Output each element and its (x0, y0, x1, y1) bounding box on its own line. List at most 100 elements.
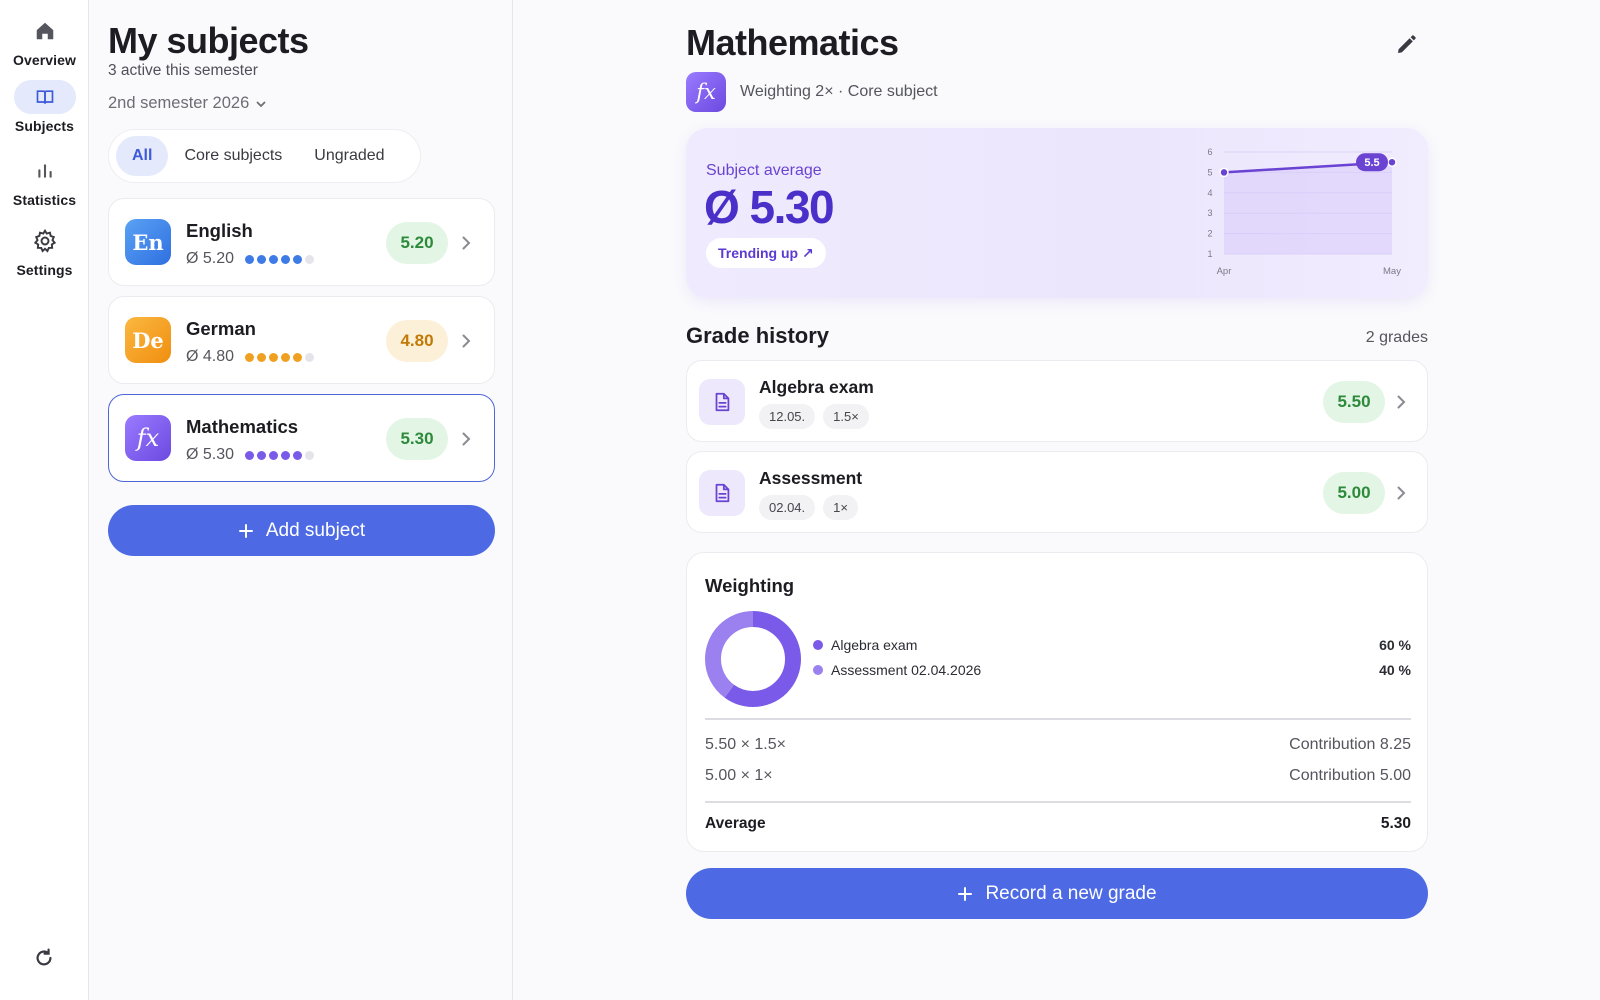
y-tick-label: 4 (1207, 188, 1212, 198)
filter-bar: All Core subjects Ungraded (108, 129, 421, 183)
grade-dot (245, 450, 255, 460)
detail-title: Mathematics (686, 22, 899, 63)
subject-name: German (186, 318, 256, 339)
nav-label: Overview (12, 52, 77, 68)
legend-row: Assessment 02.04.2026 40 % (813, 662, 1411, 678)
grade-pill: 5.20 (386, 222, 448, 264)
subject-average-value: Ø 4.80 (186, 348, 235, 365)
grade-dot (269, 352, 279, 362)
document-icon (699, 470, 745, 516)
subject-card-english[interactable]: En English Ø 5.20 5.20 (108, 198, 495, 286)
subject-card-mathematics[interactable]: fx Mathematics Ø 5.30 5.30 (108, 394, 495, 482)
bar-chart-icon (14, 154, 76, 188)
x-tick-label: Apr (1217, 266, 1232, 277)
grade-weight-chip: 1.5× (823, 404, 869, 429)
record-grade-button[interactable]: Record a new grade (686, 868, 1428, 919)
grade-dot (245, 352, 255, 362)
weighting-title: Weighting (705, 575, 795, 596)
grade-weight-chip: 1× (823, 495, 858, 520)
grade-dots (245, 450, 315, 460)
page-title: My subjects (108, 20, 309, 61)
subject-name: Mathematics (186, 416, 299, 437)
subject-card-german[interactable]: De German Ø 4.80 4.80 (108, 296, 495, 384)
grade-dots (245, 352, 315, 362)
plus-icon (238, 523, 253, 538)
chevron-right-icon (462, 236, 471, 250)
subject-name: English (186, 220, 253, 241)
x-tick-label: May (1383, 266, 1401, 277)
y-tick-label: 3 (1207, 208, 1212, 218)
data-point (1387, 157, 1397, 167)
y-tick-label: 5 (1207, 167, 1212, 177)
legend-percent: 40 % (1379, 662, 1411, 678)
nav-item-statistics[interactable]: Statistics (0, 154, 89, 208)
grade-chips: 02.04. 1× (759, 495, 858, 520)
grade-dot (245, 254, 255, 264)
nav-label: Settings (16, 262, 73, 278)
gear-icon (14, 224, 76, 258)
average-label: Subject average (706, 162, 822, 179)
data-point (1219, 167, 1229, 178)
subject-badge: fx (686, 72, 726, 112)
nav-item-overview[interactable]: Overview (0, 14, 89, 68)
calc-contribution: Contribution 5.00 (1289, 767, 1411, 784)
average-row: Average 5.30 (705, 815, 1411, 833)
grade-dot (305, 352, 315, 362)
grade-count: 2 grades (1365, 329, 1428, 346)
grade-dot (293, 450, 303, 460)
grade-row-assessment[interactable]: Assessment 02.04. 1× 5.00 (686, 451, 1428, 533)
grade-dot (305, 450, 315, 460)
home-icon (14, 14, 76, 48)
grade-name: Algebra exam (759, 377, 874, 397)
refresh-icon[interactable] (30, 944, 58, 972)
weighting-donut-chart (705, 611, 801, 707)
divider (705, 801, 1411, 803)
series-area (1224, 162, 1392, 254)
chevron-right-icon (1397, 486, 1406, 500)
filter-core-subjects[interactable]: Core subjects (168, 136, 298, 176)
grade-dot (269, 450, 279, 460)
semester-dropdown[interactable]: 2nd semester 2026 (108, 94, 267, 113)
nav-label: Statistics (12, 192, 77, 208)
grade-row-algebra-exam[interactable]: Algebra exam 12.05. 1.5× 5.50 (686, 360, 1428, 442)
grade-pill: 4.80 (386, 320, 448, 362)
filter-all[interactable]: All (116, 136, 169, 176)
semester-label: 2nd semester 2026 (108, 94, 250, 112)
legend-label: Algebra exam (831, 637, 918, 653)
record-grade-label: Record a new grade (985, 882, 1157, 904)
add-subject-button[interactable]: Add subject (108, 505, 495, 556)
subjects-panel: My subjects 3 active this semester 2nd s… (89, 0, 513, 1000)
subject-badge: fx (125, 415, 171, 461)
nav-item-settings[interactable]: Settings (0, 224, 89, 278)
book-icon (13, 80, 76, 114)
grade-chips: 12.05. 1.5× (759, 404, 869, 429)
subject-detail: Mathematics fx Weighting 2× · Core subje… (513, 0, 1600, 1000)
subject-meta: Weighting 2× · Core subject (740, 83, 938, 100)
page-subtitle: 3 active this semester (108, 62, 258, 79)
chevron-down-icon (256, 101, 266, 107)
nav-item-subjects[interactable]: Subjects (0, 80, 89, 134)
legend-dot (813, 640, 823, 650)
grade-name: Assessment (759, 468, 863, 488)
subject-badge: En (125, 219, 171, 265)
filter-ungraded[interactable]: Ungraded (298, 136, 400, 176)
grade-date-chip: 12.05. (759, 404, 816, 429)
grade-dot (269, 254, 279, 264)
chevron-right-icon (462, 334, 471, 348)
edit-icon[interactable] (1391, 30, 1421, 60)
calc-contribution: Contribution 8.25 (1289, 736, 1411, 753)
grade-dot (305, 254, 315, 264)
grade-dot (281, 450, 291, 460)
average-row-label: Average (705, 815, 766, 832)
legend-percent: 60 % (1379, 637, 1411, 653)
plus-icon (958, 886, 973, 901)
document-icon (699, 379, 745, 425)
legend-dot (813, 665, 823, 675)
calc-formula: 5.00 × 1× (705, 767, 773, 784)
calc-row: 5.50 × 1.5× Contribution 8.25 (705, 736, 1411, 754)
subject-average-value: Ø 5.20 (186, 250, 235, 267)
add-subject-label: Add subject (265, 519, 366, 541)
subject-average: Ø 5.30 (186, 446, 315, 464)
grade-dot (257, 254, 267, 264)
y-tick-label: 6 (1207, 147, 1212, 157)
